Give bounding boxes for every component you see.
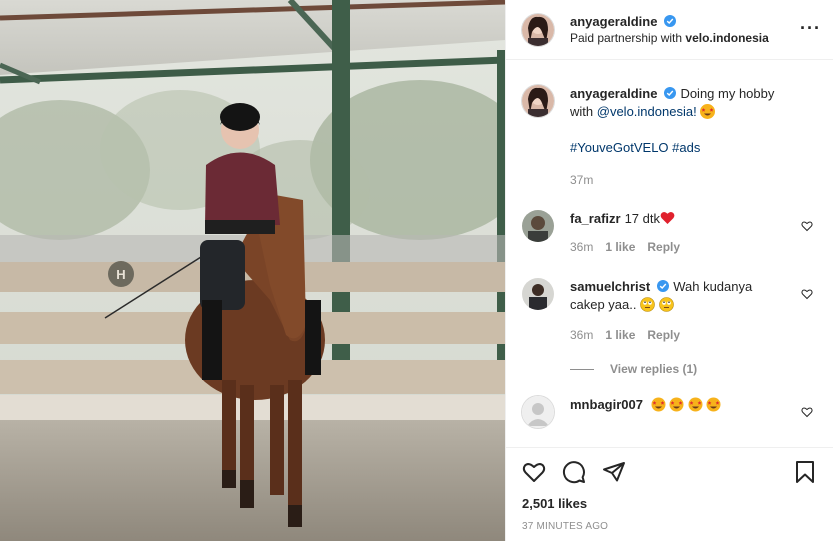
verified-badge-icon bbox=[664, 14, 677, 27]
likes-count[interactable]: 2,501 likes bbox=[522, 496, 817, 511]
rolling-eyes-emoji-icon bbox=[658, 297, 674, 312]
view-replies-label[interactable]: View replies (1) bbox=[610, 362, 697, 376]
comment-likes[interactable]: 1 like bbox=[605, 238, 635, 256]
star-struck-emoji-icon bbox=[688, 397, 703, 412]
caption-mention[interactable]: @velo.indonesia! bbox=[597, 104, 697, 119]
post-detail-panel: anyageraldine Paid partnership with velo… bbox=[505, 0, 833, 541]
comment-username[interactable]: samuelchrist bbox=[570, 279, 650, 294]
comment-body: mnbagir007 bbox=[570, 396, 790, 428]
horse-riding-photo: H bbox=[0, 0, 505, 541]
bookmark-icon[interactable] bbox=[793, 460, 817, 484]
comment-meta: 36m 1 like Reply bbox=[570, 238, 790, 256]
comment-icon[interactable] bbox=[562, 460, 586, 484]
comment-username[interactable]: mnbagir007 bbox=[570, 397, 643, 412]
comment-item: fa_rafizr 17 dtk 36m 1 like Reply bbox=[522, 210, 817, 256]
comment-item: mnbagir007 bbox=[522, 396, 817, 428]
commenter-avatar[interactable] bbox=[522, 210, 554, 242]
caption-hashtags[interactable]: #YouveGotVELO #ads bbox=[570, 139, 800, 157]
view-replies-divider bbox=[570, 368, 594, 370]
star-struck-emoji-icon bbox=[669, 397, 684, 412]
verified-badge-icon bbox=[657, 280, 670, 292]
comment-body: samuelchrist Wah kudanya cakep yaa.. 36m … bbox=[570, 278, 770, 344]
partner-link[interactable]: velo.indonesia bbox=[685, 31, 768, 45]
author-avatar[interactable] bbox=[522, 13, 554, 46]
like-comment-heart-icon[interactable] bbox=[801, 220, 813, 232]
post-timestamp[interactable]: 37 MINUTES AGO bbox=[522, 521, 817, 532]
comment-time[interactable]: 36m bbox=[570, 238, 593, 256]
like-comment-heart-icon[interactable] bbox=[801, 288, 813, 300]
caption: anyageraldine Doing my hobby with @velo.i… bbox=[522, 85, 817, 189]
caption-avatar[interactable] bbox=[522, 85, 554, 117]
caption-meta: 37m bbox=[570, 171, 800, 189]
star-struck-emoji-icon bbox=[706, 397, 721, 412]
share-icon[interactable] bbox=[602, 460, 626, 484]
red-heart-emoji-icon bbox=[660, 212, 675, 224]
like-comment-heart-icon[interactable] bbox=[801, 406, 813, 418]
star-struck-emoji-icon bbox=[651, 397, 666, 412]
star-struck-emoji-icon bbox=[700, 104, 716, 119]
caption-username[interactable]: anyageraldine bbox=[570, 86, 657, 101]
commenter-avatar[interactable] bbox=[522, 278, 554, 310]
action-icons bbox=[522, 454, 817, 490]
more-options-icon[interactable]: ··· bbox=[800, 18, 821, 38]
post-header: anyageraldine Paid partnership with velo… bbox=[506, 0, 833, 60]
partnership-line: Paid partnership with velo.indonesia bbox=[570, 30, 769, 46]
comment-item: samuelchrist Wah kudanya cakep yaa.. 36m … bbox=[522, 278, 817, 344]
caption-body: anyageraldine Doing my hobby with @velo.i… bbox=[570, 85, 800, 189]
view-replies-button[interactable]: View replies (1) bbox=[570, 362, 817, 376]
comment-body: fa_rafizr 17 dtk 36m 1 like Reply bbox=[570, 210, 790, 256]
header-meta: anyageraldine Paid partnership with velo… bbox=[570, 14, 769, 46]
comment-likes[interactable]: 1 like bbox=[605, 326, 635, 344]
post-actions: 2,501 likes 37 MINUTES AGO bbox=[506, 447, 833, 532]
comment-meta: 36m 1 like Reply bbox=[570, 326, 770, 344]
commenter-avatar[interactable] bbox=[522, 396, 554, 428]
verified-badge-icon bbox=[664, 87, 677, 99]
author-username[interactable]: anyageraldine bbox=[570, 14, 657, 29]
comment-username[interactable]: fa_rafizr bbox=[570, 211, 621, 226]
reply-button[interactable]: Reply bbox=[647, 326, 680, 344]
comment-time[interactable]: 36m bbox=[570, 326, 593, 344]
post-image[interactable]: H bbox=[0, 0, 505, 541]
comment-emoji-row bbox=[651, 397, 722, 412]
comments-section: anyageraldine Doing my hobby with @velo.i… bbox=[506, 61, 833, 447]
reply-button[interactable]: Reply bbox=[647, 238, 680, 256]
partnership-prefix: Paid partnership with bbox=[570, 30, 683, 45]
caption-time[interactable]: 37m bbox=[570, 171, 593, 189]
comment-text: 17 dtk bbox=[624, 211, 660, 226]
svg-text:H: H bbox=[116, 267, 125, 282]
rolling-eyes-emoji-icon bbox=[640, 297, 655, 312]
heart-icon[interactable] bbox=[522, 460, 546, 484]
